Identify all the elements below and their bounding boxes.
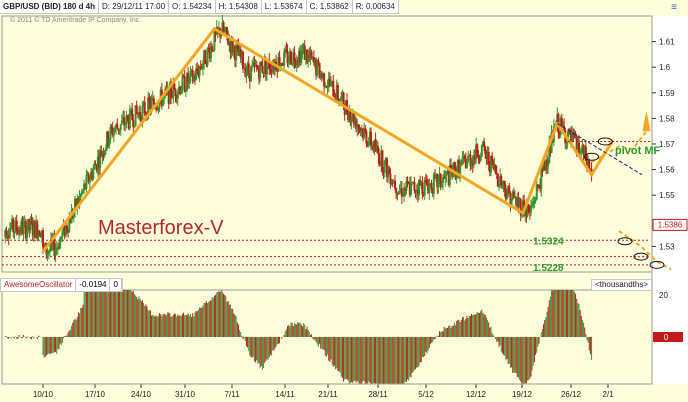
- masterforex-annotation: Masterforex-V: [98, 217, 224, 239]
- x-tick-label: 19/12: [512, 390, 533, 399]
- candle-body: [181, 75, 184, 91]
- x-tick-label: 24/10: [131, 390, 152, 399]
- trend-line: [212, 27, 525, 215]
- y-tick-label: 1.59: [659, 89, 675, 98]
- y-tick-label: 1.57: [659, 140, 675, 149]
- oscillator-name[interactable]: AwesomeOscillator: [1, 279, 77, 291]
- arrow-head-icon: [642, 110, 651, 132]
- oscillator-header: AwesomeOscillator -0.0194 0: [0, 278, 123, 292]
- price-chart: 1.61 1.6 1.59 1.58 1.57 1.56 1.55 1.53 10/10 17/1…: [1, 14, 688, 399]
- candle-body: [135, 105, 138, 114]
- marker-ellipse: [617, 237, 633, 246]
- level-label-1: 1.5324: [533, 236, 564, 247]
- x-tick-label: 2/1: [602, 390, 614, 399]
- x-tick-label: 12/12: [466, 390, 487, 399]
- y-tick-label: 1.53: [659, 242, 675, 251]
- units-label: <thousandths>: [591, 279, 652, 291]
- x-tick-label: 10/10: [33, 390, 54, 399]
- oscillator-value: -0.0194: [76, 279, 111, 291]
- candle-body: [394, 181, 396, 188]
- y-tick-label: 1.55: [659, 191, 675, 200]
- y-tick-label: 1.6: [659, 63, 671, 72]
- y-tick-label: 1.61: [659, 38, 675, 47]
- candle-body: [413, 181, 416, 191]
- current-price-label: 1.5386: [658, 220, 683, 229]
- candle-body: [467, 155, 470, 162]
- x-tick-label: 31/10: [175, 390, 196, 399]
- candle-body: [92, 169, 95, 180]
- candle-body: [132, 119, 135, 127]
- chart-window: { "header": { "symbol": "GBP/USD (BID) 1…: [0, 0, 688, 402]
- candle-body: [336, 85, 339, 100]
- candle-body: [42, 230, 44, 247]
- y-tick-label: 1.56: [659, 166, 675, 175]
- candle-body: [547, 163, 550, 167]
- x-tick-label: 7/11: [225, 390, 241, 399]
- marker-ellipse: [633, 252, 649, 261]
- x-tick-label: 21/11: [318, 390, 338, 399]
- x-tick-label: 17/10: [85, 390, 106, 399]
- candle-body: [211, 46, 214, 51]
- x-tick-label: 26/12: [561, 390, 582, 399]
- candle-body: [85, 175, 88, 189]
- candle-body: [395, 187, 398, 194]
- x-tick-label: 14/11: [275, 390, 295, 399]
- trend-line: [521, 122, 559, 215]
- x-tick-label: 28/11: [368, 390, 388, 399]
- candle-body: [261, 65, 264, 73]
- candle-body: [66, 225, 68, 230]
- osc-tick-label: 0: [664, 333, 669, 342]
- candle-body: [247, 63, 250, 74]
- oscillator-param: 0: [110, 279, 122, 291]
- y-tick-label: 1.58: [659, 114, 675, 123]
- pivot-mf-label: pivot MF: [615, 145, 660, 157]
- level-label-2: 1.5228: [533, 263, 564, 274]
- candle-body: [12, 218, 15, 232]
- x-tick-label: 5/12: [418, 390, 434, 399]
- osc-tick-label: 20: [659, 291, 668, 300]
- candle-body: [317, 60, 320, 64]
- candle-body: [116, 124, 119, 129]
- candle-body: [290, 51, 292, 65]
- candle-body: [119, 124, 122, 130]
